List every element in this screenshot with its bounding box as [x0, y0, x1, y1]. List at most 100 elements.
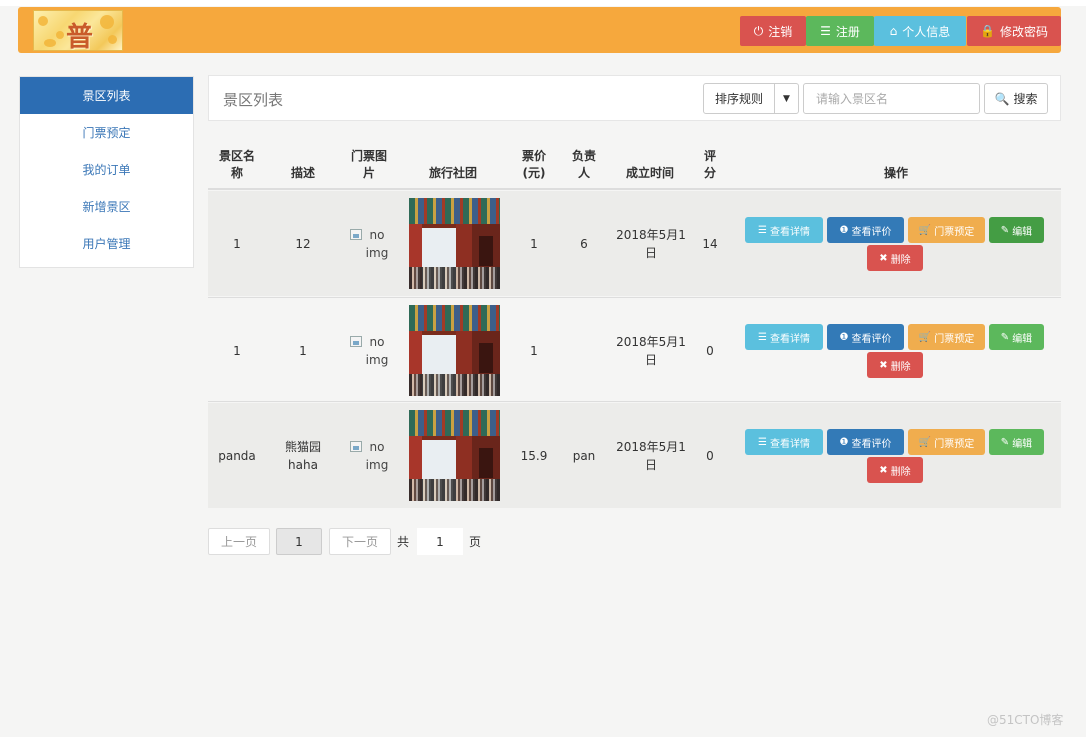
profile-button[interactable]: ⌂ 个人信息 [874, 16, 966, 46]
cell-description: 1 [299, 343, 307, 358]
search-input[interactable] [803, 83, 980, 114]
view-details-button[interactable]: ☰ 查看详情 [745, 429, 823, 455]
logo-decoration [100, 15, 114, 29]
cell-owner [567, 298, 601, 403]
edit-icon: ✎ [1000, 331, 1010, 343]
column-header-score: 评 分 [703, 149, 716, 180]
column-header-actions: 操作 [883, 166, 908, 180]
prev-page-button[interactable]: 上一页 [208, 528, 270, 555]
lock-icon: 🔒 [980, 24, 995, 38]
watermark: @51CTO博客 [987, 713, 1064, 727]
power-icon: ⏻ [753, 23, 764, 38]
delete-button[interactable]: ✖ 删除 [867, 352, 923, 378]
book-ticket-button[interactable]: 🛒 门票预定 [908, 324, 985, 350]
broken-image-icon [349, 335, 362, 347]
view-reviews-button[interactable]: ❶ 查看评价 [827, 429, 904, 455]
app-header: 普 ⏻ 注销 ☰ 注册 ⌂ 个人信息 🔒 修改密码 [18, 7, 1061, 53]
delete-label: 删除 [890, 466, 911, 478]
cart-icon: 🛒 [918, 436, 932, 448]
view-details-button[interactable]: ☰ 查看详情 [745, 217, 823, 243]
register-label: 注册 [835, 24, 860, 39]
page-title: 景区列表 [223, 91, 284, 109]
table-row: panda 熊猫园 haha no img 15.9 pan 2018年5月1 … [208, 403, 1061, 508]
search-button-label: 搜索 [1013, 92, 1038, 106]
toolbar: 景区列表 排序规则 ▼ 🔍 搜索 [208, 75, 1061, 121]
next-page-button[interactable]: 下一页 [329, 528, 391, 555]
book-ticket-label: 门票预定 [934, 333, 975, 345]
list-icon: ☰ [758, 331, 767, 343]
sidebar-nav: 景区列表 门票预定 我的订单 新增景区 用户管理 [19, 76, 194, 268]
total-pages-suffix: 页 [468, 535, 481, 549]
info-icon: ❶ [839, 436, 849, 448]
logout-label: 注销 [768, 24, 793, 39]
edit-button[interactable]: ✎ 编辑 [989, 429, 1044, 455]
cell-founded-date: 2018年5月1 日 [616, 334, 686, 367]
delete-button[interactable]: ✖ 删除 [867, 245, 923, 271]
edit-label: 编辑 [1012, 226, 1033, 238]
column-header-owner: 负责 人 [571, 149, 596, 180]
cell-owner: 6 [580, 236, 588, 251]
cell-owner: pan [572, 448, 596, 463]
close-icon: ✖ [879, 252, 888, 264]
delete-button[interactable]: ✖ 删除 [867, 457, 923, 483]
cell-price: 15.9 [520, 448, 548, 463]
change-password-label: 修改密码 [999, 24, 1048, 39]
view-reviews-button[interactable]: ❶ 查看评价 [827, 217, 904, 243]
cell-name: 1 [233, 236, 241, 251]
total-pages-prefix: 共 [396, 535, 409, 549]
view-reviews-label: 查看评价 [851, 226, 892, 238]
column-header-price: 票价 (元) [521, 149, 546, 180]
view-reviews-label: 查看评价 [851, 333, 892, 345]
sort-dropdown-toggle[interactable]: ▼ [774, 83, 799, 114]
sidebar-item-add-scenic[interactable]: 新增景区 [20, 188, 193, 225]
sidebar-item-scenic-list[interactable]: 景区列表 [20, 77, 193, 114]
scenic-photo [408, 410, 500, 501]
list-icon: ☰ [758, 436, 767, 448]
cell-score: 0 [706, 343, 714, 358]
register-button[interactable]: ☰ 注册 [806, 16, 874, 46]
site-logo[interactable]: 普 [33, 10, 123, 51]
view-details-label: 查看详情 [769, 438, 810, 450]
view-details-button[interactable]: ☰ 查看详情 [745, 324, 823, 350]
change-password-button[interactable]: 🔒 修改密码 [967, 16, 1061, 46]
top-strip [0, 0, 1086, 6]
view-reviews-button[interactable]: ❶ 查看评价 [827, 324, 904, 350]
edit-icon: ✎ [1000, 436, 1010, 448]
view-reviews-label: 查看评价 [851, 438, 892, 450]
cart-icon: 🛒 [918, 224, 932, 236]
book-ticket-button[interactable]: 🛒 门票预定 [908, 217, 985, 243]
info-icon: ❶ [839, 331, 849, 343]
sidebar-item-ticket-booking[interactable]: 门票预定 [20, 114, 193, 151]
cell-travel-group [408, 191, 500, 296]
sort-dropdown-button[interactable]: 排序规则 [703, 83, 775, 114]
cell-description: 熊猫园 haha [284, 439, 321, 472]
search-button[interactable]: 🔍 搜索 [984, 83, 1048, 114]
logo-decoration [56, 31, 64, 39]
column-header-description: 描述 [290, 166, 315, 180]
scenic-photo [408, 198, 500, 289]
current-page-indicator[interactable]: 1 [276, 528, 322, 555]
edit-button[interactable]: ✎ 编辑 [989, 324, 1044, 350]
list-icon: ☰ [820, 24, 831, 38]
table-header: 景区名 称 描述 门票图 片 旅行社团 票价 (元) 负责 人 成立时间 评 分… [208, 140, 1061, 190]
broken-image: no img [349, 333, 388, 369]
delete-label: 删除 [890, 361, 911, 373]
cell-name: panda [218, 448, 256, 463]
info-icon: ❶ [839, 224, 849, 236]
row-actions: ☰ 查看详情 ❶ 查看评价 🛒 门票预定 ✎ 编辑 ✖ 删除 [745, 403, 1045, 508]
close-icon: ✖ [879, 359, 888, 371]
list-icon: ☰ [758, 224, 767, 236]
edit-button[interactable]: ✎ 编辑 [989, 217, 1044, 243]
sidebar-item-user-management[interactable]: 用户管理 [20, 225, 193, 262]
sidebar-item-my-orders[interactable]: 我的订单 [20, 151, 193, 188]
row-actions: ☰ 查看详情 ❶ 查看评价 🛒 门票预定 ✎ 编辑 ✖ 删除 [745, 191, 1045, 296]
book-ticket-label: 门票预定 [934, 226, 975, 238]
book-ticket-label: 门票预定 [934, 438, 975, 450]
cell-score: 0 [706, 448, 714, 463]
cell-travel-group [408, 298, 500, 403]
close-icon: ✖ [879, 464, 888, 476]
logout-button[interactable]: ⏻ 注销 [740, 16, 806, 46]
cell-name: 1 [233, 343, 241, 358]
logo-decoration [38, 16, 48, 26]
book-ticket-button[interactable]: 🛒 门票预定 [908, 429, 985, 455]
